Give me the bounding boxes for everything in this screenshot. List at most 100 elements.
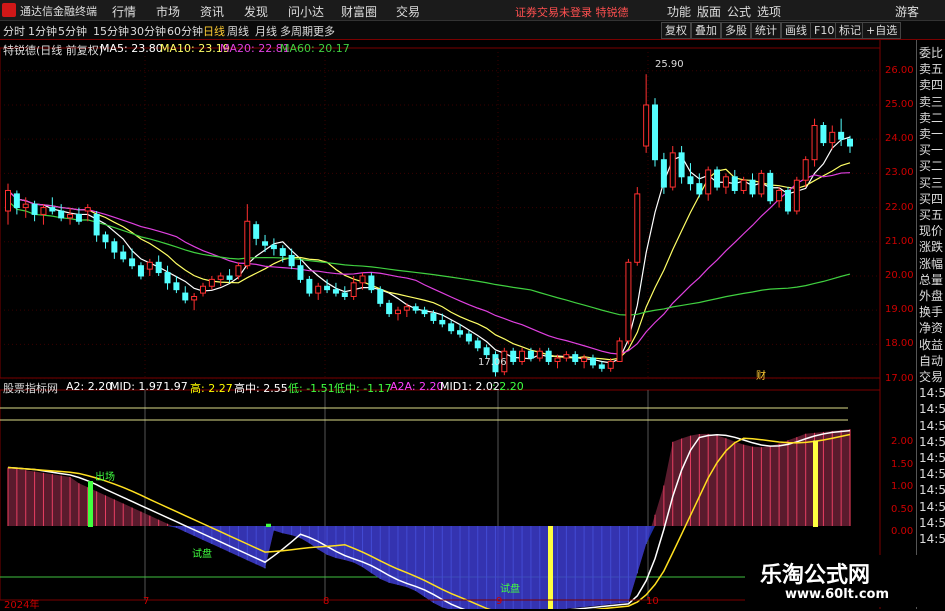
toolbar-button-2[interactable]: 多股 — [721, 22, 751, 39]
candle-body — [838, 131, 845, 140]
candle-body — [315, 285, 322, 294]
candle-body — [554, 357, 561, 362]
candle-body — [394, 309, 401, 315]
param-9: : 2.20 — [492, 380, 524, 393]
side-item-26: 14:50 — [919, 467, 945, 482]
period-tab-5[interactable]: 60分钟 — [167, 23, 203, 39]
menu-item-1[interactable]: 市场 — [156, 3, 180, 20]
candle-body — [421, 309, 428, 315]
side-item-27: 14:50 — [919, 483, 945, 498]
candle-body — [111, 241, 118, 253]
param-8: MID1: 2.02 — [440, 380, 500, 393]
toolbar-button-0[interactable]: 复权 — [661, 22, 691, 39]
candle-body — [483, 347, 490, 356]
side-item-16: 换手 — [919, 305, 944, 320]
annotation-1: 试盘 — [192, 549, 212, 560]
menu-item-5[interactable]: 财富圈 — [341, 3, 377, 20]
param-4: 高中: 2.55 — [234, 382, 288, 395]
candle-body — [199, 285, 206, 294]
kline-chart-area[interactable] — [0, 40, 916, 609]
menu-bar: 通达信金融终端 行情 市场 资讯 发现 问小达 财富圈 交易 证券交易未登录 特锐德 功能版… — [0, 0, 945, 21]
side-item-11: 现价 — [919, 224, 944, 239]
menu-item-4[interactable]: 问小达 — [288, 3, 324, 20]
candle-body — [49, 207, 56, 212]
y-tick-5: 21.00 — [885, 235, 914, 247]
candle-body — [13, 193, 20, 209]
side-item-5: 卖一 — [919, 127, 944, 141]
period-tab-9[interactable]: 多周期 — [280, 23, 313, 39]
candle-body — [155, 261, 162, 274]
candle-body — [297, 265, 304, 280]
period-tab-6[interactable]: 日线 — [203, 23, 225, 39]
y-tick-3: 23.00 — [885, 167, 914, 179]
toolbar-button-7[interactable]: +自选 — [862, 22, 902, 39]
candle-body — [244, 220, 251, 267]
period-tab-1[interactable]: 1分钟 — [28, 23, 57, 39]
period-tab-0[interactable]: 分时 — [3, 23, 25, 39]
candle-body — [598, 364, 605, 369]
right-menu-item-3[interactable]: 选项 — [757, 3, 781, 20]
candle-body — [341, 292, 348, 298]
app-logo-icon — [2, 3, 16, 17]
period-tab-2[interactable]: 5分钟 — [58, 23, 87, 39]
period-tab-10[interactable]: 更多 — [313, 23, 335, 39]
side-item-20: 交易 — [919, 370, 944, 384]
candle-body — [784, 189, 791, 212]
low-price-label: 17.06 — [478, 357, 507, 368]
y-tick-1: 25.00 — [885, 98, 914, 110]
side-item-2: 卖四 — [919, 78, 944, 93]
side-item-24: 14:50 — [919, 434, 945, 449]
candle-body — [448, 323, 455, 332]
candle-body — [545, 350, 552, 362]
candle-body — [793, 179, 800, 212]
candle-body — [129, 258, 136, 267]
menu-item-0[interactable]: 行情 — [112, 3, 136, 20]
candle-body — [457, 330, 464, 335]
period-tab-4[interactable]: 30分钟 — [130, 23, 166, 39]
y-tick-7: 19.00 — [885, 304, 914, 316]
candle-body — [173, 282, 180, 291]
candle-body — [847, 138, 853, 147]
side-item-3: 卖三 — [919, 94, 944, 109]
candle-body — [164, 272, 171, 284]
candle-body — [137, 265, 144, 277]
annotation-0: 出场 — [95, 472, 115, 483]
side-item-19: 自动 — [919, 353, 944, 368]
right-menu-item-2[interactable]: 公式 — [727, 3, 751, 20]
candle-body — [31, 203, 38, 215]
finance-marker[interactable]: 财 — [756, 367, 766, 382]
right-menu-item-0[interactable]: 功能 — [667, 3, 691, 20]
candle-body — [820, 125, 827, 144]
period-tab-7[interactable]: 周线 — [227, 23, 249, 39]
candle-body — [226, 275, 233, 280]
candle-body — [563, 354, 570, 359]
candle-body — [802, 159, 809, 181]
ma5-line — [7, 136, 851, 364]
candle-body — [519, 350, 526, 362]
sub-y-tick-2: 1.00 — [891, 481, 914, 492]
period-tab-8[interactable]: 月线 — [255, 23, 277, 39]
indicator-name[interactable]: 股票指标网 — [3, 380, 58, 396]
candlestick-series — [5, 74, 853, 377]
candle-body — [652, 104, 659, 161]
candle-body — [324, 285, 331, 291]
y-tick-4: 22.00 — [885, 201, 914, 213]
toolbar-button-1[interactable]: 叠加 — [691, 22, 721, 39]
watermark-url: www.60lt.com — [785, 587, 890, 602]
param-1: MID: 1.97 — [110, 380, 163, 393]
menu-item-6[interactable]: 交易 — [396, 3, 420, 20]
candle-body — [58, 210, 65, 219]
signal-marker-bar — [548, 526, 553, 609]
guest-button[interactable]: 游客 — [895, 3, 919, 20]
toolbar-button-3[interactable]: 统计 — [751, 22, 781, 39]
right-menu-item-1[interactable]: 版面 — [697, 3, 721, 20]
toolbar-button-4[interactable]: 画线 — [781, 22, 811, 39]
period-tab-3[interactable]: 15分钟 — [93, 23, 129, 39]
toolbar-button-6[interactable]: 标记 — [835, 22, 865, 39]
login-notice[interactable]: 证券交易未登录 特锐德 — [515, 4, 629, 20]
side-item-14: 总量 — [919, 272, 944, 287]
side-item-29: 14:50 — [919, 515, 945, 530]
candle-body — [625, 261, 632, 342]
menu-item-3[interactable]: 发现 — [244, 3, 268, 20]
menu-item-2[interactable]: 资讯 — [200, 3, 224, 20]
